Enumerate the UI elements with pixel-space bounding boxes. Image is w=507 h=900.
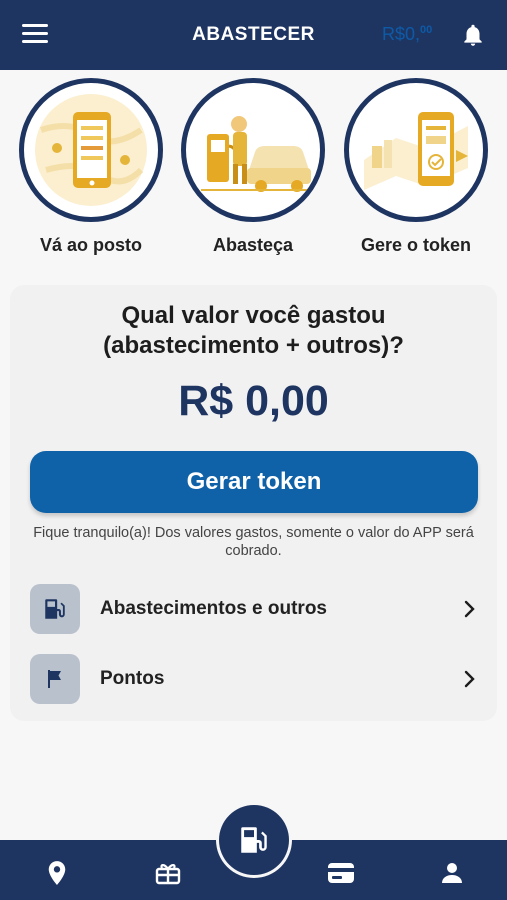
balance-main: R$0, <box>382 24 421 44</box>
amount-question: Qual valor você gastou (abastecimento + … <box>10 301 497 361</box>
list-item-label: Abastecimentos e outros <box>100 598 327 619</box>
balance-display[interactable]: R$0,00 <box>382 24 432 45</box>
generate-token-button[interactable]: Gerar token <box>30 451 478 513</box>
step-label: Abasteça <box>212 235 294 255</box>
wallet-card-icon[interactable] <box>326 858 356 888</box>
fuel-pump-icon <box>30 584 80 634</box>
step-label: Vá ao posto <box>39 235 142 255</box>
steps-row: Vá ao posto Abasteça Gere o token <box>0 78 507 268</box>
top-app-bar: ABASTECER R$0,00 <box>0 0 507 70</box>
gift-icon[interactable] <box>153 858 183 888</box>
list-item-label: Pontos <box>100 668 165 689</box>
phone-token-illustration <box>344 78 488 222</box>
location-pin-icon[interactable] <box>42 858 72 888</box>
step-refuel: Abasteça <box>178 78 328 256</box>
refuel-fab-button[interactable] <box>219 805 289 875</box>
chevron-right-icon <box>464 670 475 688</box>
step-label: Gere o token <box>360 235 472 255</box>
list-item-points[interactable]: Pontos <box>30 653 478 705</box>
step-generate-token: Gere o token <box>341 78 491 256</box>
flag-icon <box>30 654 80 704</box>
user-icon[interactable] <box>437 858 467 888</box>
fuel-pump-car-illustration <box>181 78 325 222</box>
info-note: Fique tranquilo(a)! Dos valores gastos, … <box>33 525 474 559</box>
chevron-right-icon <box>464 600 475 618</box>
amount-value[interactable]: R$ 0,00 <box>10 377 497 426</box>
balance-cents: 00 <box>420 24 433 36</box>
amount-card: Qual valor você gastou (abastecimento + … <box>10 285 497 721</box>
question-line-1: Qual valor você gastou <box>121 302 386 329</box>
phone-map-illustration <box>19 78 163 222</box>
fuel-pump-icon <box>241 827 267 853</box>
question-line-2: (abastecimento + outros)? <box>103 332 404 359</box>
step-go-to-station: Vá ao posto <box>16 78 166 256</box>
bell-icon[interactable] <box>460 22 486 48</box>
list-item-refuels-and-others[interactable]: Abastecimentos e outros <box>30 583 478 635</box>
